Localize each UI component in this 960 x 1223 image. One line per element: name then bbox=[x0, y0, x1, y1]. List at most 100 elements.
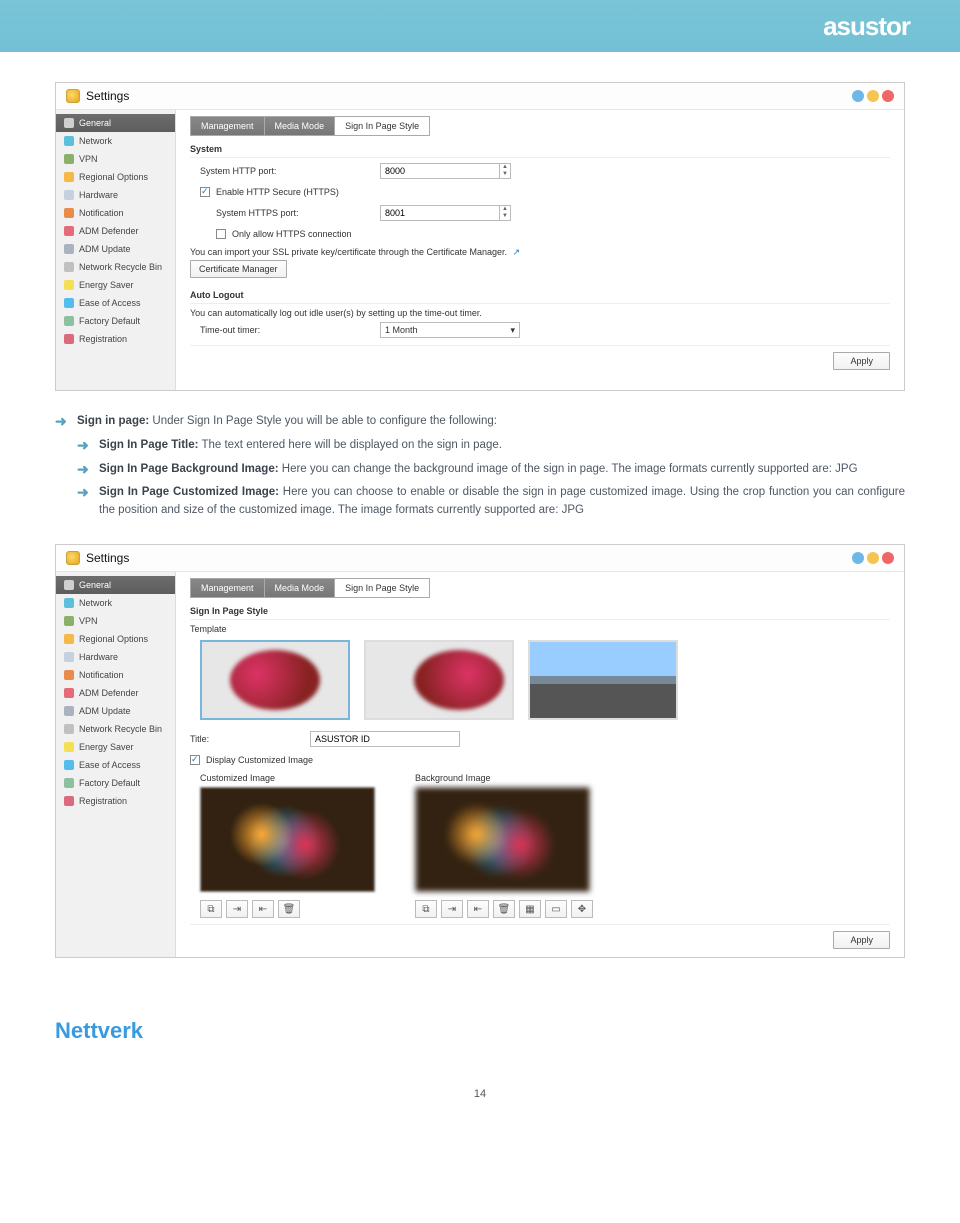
sidebar-item-vpn[interactable]: VPN bbox=[56, 612, 175, 630]
https-port-stepper[interactable]: ▲▼ bbox=[499, 205, 511, 221]
close-icon[interactable] bbox=[882, 552, 894, 564]
https-port-label: System HTTPS port: bbox=[200, 208, 380, 218]
template-option-1[interactable] bbox=[200, 640, 350, 720]
tab-sign-in-style[interactable]: Sign In Page Style bbox=[335, 116, 430, 136]
sidebar-item-energy[interactable]: Energy Saver bbox=[56, 276, 175, 294]
background-image-label: Background Image bbox=[415, 773, 590, 783]
gear-icon bbox=[66, 89, 80, 103]
timeout-select[interactable]: 1 Month▾ bbox=[380, 322, 520, 338]
apply-button[interactable]: Apply bbox=[833, 931, 890, 949]
settings-window-management: Settings General Network VPN Regional Op… bbox=[55, 82, 905, 391]
upload-icon[interactable]: ⧉ bbox=[200, 900, 222, 918]
sidebar-item-network[interactable]: Network bbox=[56, 132, 175, 150]
trash-icon[interactable]: 🗑 bbox=[493, 900, 515, 918]
arrow-icon: ➜ bbox=[77, 461, 91, 478]
sidebar-item-update[interactable]: ADM Update bbox=[56, 702, 175, 720]
sidebar-item-recycle[interactable]: Network Recycle Bin bbox=[56, 258, 175, 276]
sidebar-item-hardware[interactable]: Hardware bbox=[56, 648, 175, 666]
tab-management[interactable]: Management bbox=[190, 116, 265, 136]
export-icon[interactable]: ⇤ bbox=[467, 900, 489, 918]
sidebar-item-hardware[interactable]: Hardware bbox=[56, 186, 175, 204]
title-field-label: Title: bbox=[190, 734, 310, 744]
http-port-input[interactable] bbox=[380, 163, 500, 179]
template-option-2[interactable] bbox=[364, 640, 514, 720]
title-input[interactable] bbox=[310, 731, 460, 747]
page-number: 14 bbox=[55, 1088, 905, 1100]
tab-sign-in-style[interactable]: Sign In Page Style bbox=[335, 578, 430, 598]
apply-button[interactable]: Apply bbox=[833, 352, 890, 370]
display-customized-label: Display Customized Image bbox=[206, 755, 313, 765]
tab-row: Management Media Mode Sign In Page Style bbox=[190, 578, 890, 598]
window-titlebar: Settings bbox=[56, 545, 904, 572]
arrow-icon: ➜ bbox=[77, 437, 91, 454]
top-header: asustor bbox=[0, 0, 960, 52]
description-bullets: ➜ Sign in page: Under Sign In Page Style… bbox=[55, 413, 905, 520]
sidebar-item-defender[interactable]: ADM Defender bbox=[56, 684, 175, 702]
minimize-icon[interactable] bbox=[867, 552, 879, 564]
chevron-down-icon: ▾ bbox=[510, 325, 515, 336]
tab-media-mode[interactable]: Media Mode bbox=[265, 578, 336, 598]
sidebar-item-factory[interactable]: Factory Default bbox=[56, 774, 175, 792]
fit-icon[interactable]: ▭ bbox=[545, 900, 567, 918]
tab-media-mode[interactable]: Media Mode bbox=[265, 116, 336, 136]
https-port-input[interactable] bbox=[380, 205, 500, 221]
sidebar-item-registration[interactable]: Registration bbox=[56, 792, 175, 810]
only-https-label: Only allow HTTPS connection bbox=[232, 229, 352, 239]
tab-management[interactable]: Management bbox=[190, 578, 265, 598]
settings-sidebar: General Network VPN Regional Options Har… bbox=[56, 572, 176, 957]
group-auto-logout: Auto Logout bbox=[190, 290, 890, 304]
sidebar-item-notification[interactable]: Notification bbox=[56, 204, 175, 222]
only-https-checkbox[interactable] bbox=[216, 229, 226, 239]
sidebar-item-ease[interactable]: Ease of Access bbox=[56, 294, 175, 312]
arrow-icon: ➜ bbox=[55, 413, 69, 430]
sidebar-item-ease[interactable]: Ease of Access bbox=[56, 756, 175, 774]
enable-https-label: Enable HTTP Secure (HTTPS) bbox=[216, 187, 339, 197]
export-icon[interactable]: ⇤ bbox=[252, 900, 274, 918]
http-port-stepper[interactable]: ▲▼ bbox=[499, 163, 511, 179]
sidebar-item-vpn[interactable]: VPN bbox=[56, 150, 175, 168]
group-system: System bbox=[190, 144, 890, 158]
stretch-icon[interactable]: ✥ bbox=[571, 900, 593, 918]
arrow-icon: ➜ bbox=[77, 484, 91, 501]
tab-row: Management Media Mode Sign In Page Style bbox=[190, 116, 890, 136]
window-title: Settings bbox=[86, 89, 129, 103]
auto-logout-note: You can automatically log out idle user(… bbox=[190, 308, 890, 318]
customized-image-preview bbox=[200, 787, 375, 892]
ssl-note: You can import your SSL private key/cert… bbox=[190, 247, 507, 257]
sidebar-item-update[interactable]: ADM Update bbox=[56, 240, 175, 258]
trash-icon[interactable]: 🗑 bbox=[278, 900, 300, 918]
sidebar-item-factory[interactable]: Factory Default bbox=[56, 312, 175, 330]
group-signin-style: Sign In Page Style bbox=[190, 606, 890, 620]
sidebar-item-notification[interactable]: Notification bbox=[56, 666, 175, 684]
sidebar-item-general[interactable]: General bbox=[56, 114, 175, 132]
display-customized-checkbox[interactable] bbox=[190, 755, 200, 765]
help-icon[interactable] bbox=[852, 552, 864, 564]
sidebar-item-general[interactable]: General bbox=[56, 576, 175, 594]
sidebar-item-regional[interactable]: Regional Options bbox=[56, 630, 175, 648]
window-title: Settings bbox=[86, 551, 129, 565]
help-icon[interactable] bbox=[852, 90, 864, 102]
close-icon[interactable] bbox=[882, 90, 894, 102]
sidebar-item-regional[interactable]: Regional Options bbox=[56, 168, 175, 186]
customized-image-label: Customized Image bbox=[200, 773, 375, 783]
gear-icon bbox=[66, 551, 80, 565]
external-link-icon[interactable]: ↗ bbox=[513, 247, 521, 257]
enable-https-checkbox[interactable] bbox=[200, 187, 210, 197]
minimize-icon[interactable] bbox=[867, 90, 879, 102]
window-titlebar: Settings bbox=[56, 83, 904, 110]
import-icon[interactable]: ⇥ bbox=[441, 900, 463, 918]
sidebar-item-energy[interactable]: Energy Saver bbox=[56, 738, 175, 756]
timeout-label: Time-out timer: bbox=[200, 325, 380, 335]
import-icon[interactable]: ⇥ bbox=[226, 900, 248, 918]
background-image-preview bbox=[415, 787, 590, 892]
upload-icon[interactable]: ⧉ bbox=[415, 900, 437, 918]
sidebar-item-defender[interactable]: ADM Defender bbox=[56, 222, 175, 240]
sidebar-item-registration[interactable]: Registration bbox=[56, 330, 175, 348]
template-option-3[interactable] bbox=[528, 640, 678, 720]
sidebar-item-recycle[interactable]: Network Recycle Bin bbox=[56, 720, 175, 738]
sidebar-item-network[interactable]: Network bbox=[56, 594, 175, 612]
brand-logo: asustor bbox=[823, 11, 910, 42]
certificate-manager-button[interactable]: Certificate Manager bbox=[190, 260, 287, 278]
tile-icon[interactable]: ▦ bbox=[519, 900, 541, 918]
http-port-label: System HTTP port: bbox=[200, 166, 380, 176]
